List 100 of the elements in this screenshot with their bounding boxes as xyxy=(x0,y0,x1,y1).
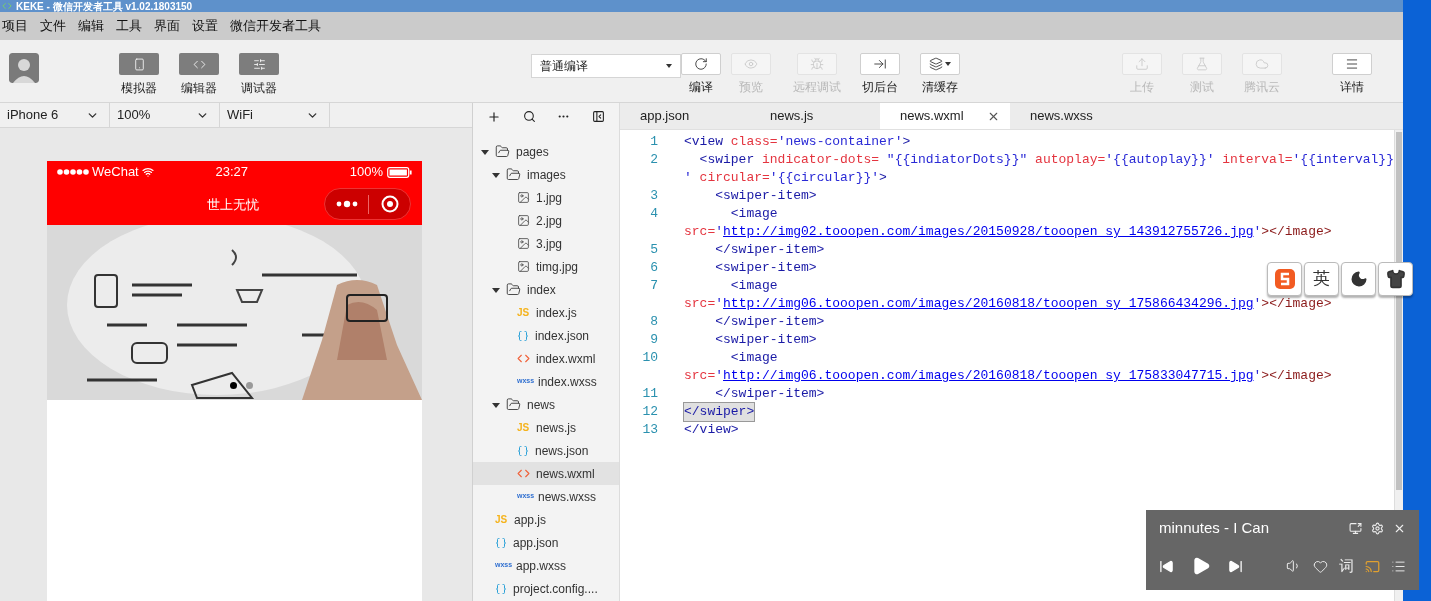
folder-item[interactable]: images xyxy=(473,163,619,186)
editor-tab[interactable]: news.wxss xyxy=(1010,103,1140,129)
background-button[interactable] xyxy=(860,53,900,75)
add-icon[interactable] xyxy=(487,109,501,124)
menu-item[interactable]: 界面 xyxy=(154,16,180,36)
song-title: minnutes - I Can xyxy=(1159,517,1270,538)
file-item[interactable]: 2.jpg xyxy=(473,209,619,232)
debugger-toggle[interactable] xyxy=(239,53,279,75)
file-name: index.json xyxy=(535,327,590,345)
file-item[interactable]: 1.jpg xyxy=(473,186,619,209)
js-file-label: JS xyxy=(517,421,530,435)
editor-tab[interactable]: app.json xyxy=(620,103,750,129)
file-name: news.js xyxy=(536,419,576,437)
phone-icon xyxy=(132,57,146,71)
code-token: ' xyxy=(1253,295,1262,313)
menu-item[interactable]: 文件 xyxy=(40,16,66,36)
code-token: indicator-dots= xyxy=(761,151,881,169)
menu-item[interactable]: 微信开发者工具 xyxy=(230,16,321,36)
screen-icon[interactable] xyxy=(1349,521,1362,535)
code-token: '{{circular}}' xyxy=(769,169,880,187)
code-token: ' xyxy=(715,367,724,385)
skin-button[interactable] xyxy=(1378,262,1413,296)
file-item[interactable]: JS app.js xyxy=(473,508,619,531)
compile-button[interactable] xyxy=(681,53,721,75)
eye-icon xyxy=(744,57,758,71)
menu-item[interactable]: 设置 xyxy=(192,16,218,36)
editor-tab[interactable]: news.wxml xyxy=(880,103,1010,129)
code-token: src= xyxy=(684,367,716,385)
battery-level: 100% xyxy=(349,163,383,182)
code-link[interactable]: http://img02.tooopen.com/images/20150928/tooopen_sy_143912755726.jpg xyxy=(723,223,1254,241)
collapse-panel-icon[interactable] xyxy=(591,110,605,123)
line-number: 3 xyxy=(649,187,658,205)
expanded-caret-icon[interactable] xyxy=(492,285,500,294)
folder-item[interactable]: news xyxy=(473,393,619,416)
folder-item[interactable]: pages xyxy=(473,140,619,163)
button-label: 调试器 xyxy=(241,81,277,95)
more-dots-icon[interactable] xyxy=(336,200,358,208)
cache-button[interactable] xyxy=(920,53,960,75)
line-number: 2 xyxy=(649,151,658,169)
file-item[interactable]: project.config.... xyxy=(473,577,619,600)
folder-item[interactable]: index xyxy=(473,278,619,301)
cast-icon[interactable] xyxy=(1365,558,1380,574)
file-item[interactable]: app.json xyxy=(473,531,619,554)
settings-icon[interactable] xyxy=(1371,521,1384,535)
file-item[interactable]: 3.jpg xyxy=(473,232,619,255)
expanded-caret-icon[interactable] xyxy=(492,170,500,179)
device-select[interactable]: iPhone 6 xyxy=(0,103,110,127)
expanded-caret-icon[interactable] xyxy=(481,147,489,156)
button-label: 切后台 xyxy=(862,80,898,94)
code-token: > xyxy=(902,133,911,151)
details-button[interactable] xyxy=(1332,53,1372,75)
close-target-icon[interactable] xyxy=(381,195,399,213)
file-name: timg.jpg xyxy=(536,258,579,276)
menu-item[interactable]: 项目 xyxy=(2,16,28,36)
simulator-toggle[interactable] xyxy=(119,53,159,75)
line-number: 9 xyxy=(649,331,658,349)
code-link[interactable]: http://img06.tooopen.com/images/20160818/tooopen_sy_175833047715.jpg xyxy=(723,367,1254,385)
code-token: src= xyxy=(684,295,716,313)
file-item[interactable]: timg.jpg xyxy=(473,255,619,278)
file-item[interactable]: index.wxml xyxy=(473,347,619,370)
file-name: app.json xyxy=(513,534,559,552)
compile-mode-select[interactable]: 普通编译 xyxy=(531,54,681,78)
play-icon[interactable] xyxy=(1191,556,1211,576)
heart-icon[interactable] xyxy=(1313,558,1328,574)
input-method-logo-button[interactable] xyxy=(1267,262,1302,296)
editor-tab[interactable]: news.js xyxy=(750,103,880,129)
file-name: pages xyxy=(516,143,549,161)
menu-item[interactable]: 编辑 xyxy=(78,16,104,36)
device-select[interactable]: 100% xyxy=(110,103,220,127)
file-item[interactable]: JS index.js xyxy=(473,301,619,324)
night-mode-button[interactable] xyxy=(1341,262,1376,296)
device-select[interactable]: WiFi xyxy=(220,103,330,127)
code-token: </view> xyxy=(684,421,739,439)
code-token: ' xyxy=(684,169,692,187)
file-name: 3.jpg xyxy=(536,235,563,253)
sliders-icon xyxy=(252,57,266,71)
capsule-menu[interactable] xyxy=(324,188,411,220)
line-number: 13 xyxy=(641,421,658,439)
lyrics-button[interactable]: 词 xyxy=(1339,554,1354,578)
code-token: > xyxy=(879,169,887,187)
search-icon[interactable] xyxy=(522,110,536,123)
playlist-icon[interactable] xyxy=(1391,558,1406,574)
line-number: 6 xyxy=(649,259,658,277)
file-item[interactable]: news.json xyxy=(473,439,619,462)
code-link[interactable]: http://img06.tooopen.com/images/20160818/tooopen_sy_175866434296.jpg xyxy=(723,295,1254,313)
file-item[interactable]: news.wxml xyxy=(473,462,619,485)
image-file-icon xyxy=(517,237,530,250)
next-icon[interactable] xyxy=(1228,558,1243,574)
menu-item[interactable]: 工具 xyxy=(116,16,142,36)
file-item[interactable]: index.json xyxy=(473,324,619,347)
expanded-caret-icon[interactable] xyxy=(492,400,500,409)
previous-icon[interactable] xyxy=(1159,558,1174,574)
code-token: src= xyxy=(684,223,716,241)
js-file-label: JS xyxy=(495,513,508,527)
shirt-icon xyxy=(1385,269,1406,289)
language-toggle-button[interactable]: 英 xyxy=(1304,262,1339,296)
menu-icon xyxy=(1345,57,1359,71)
file-item[interactable]: JS news.js xyxy=(473,416,619,439)
editor-toggle[interactable] xyxy=(179,53,219,75)
braces-icon xyxy=(517,444,529,457)
